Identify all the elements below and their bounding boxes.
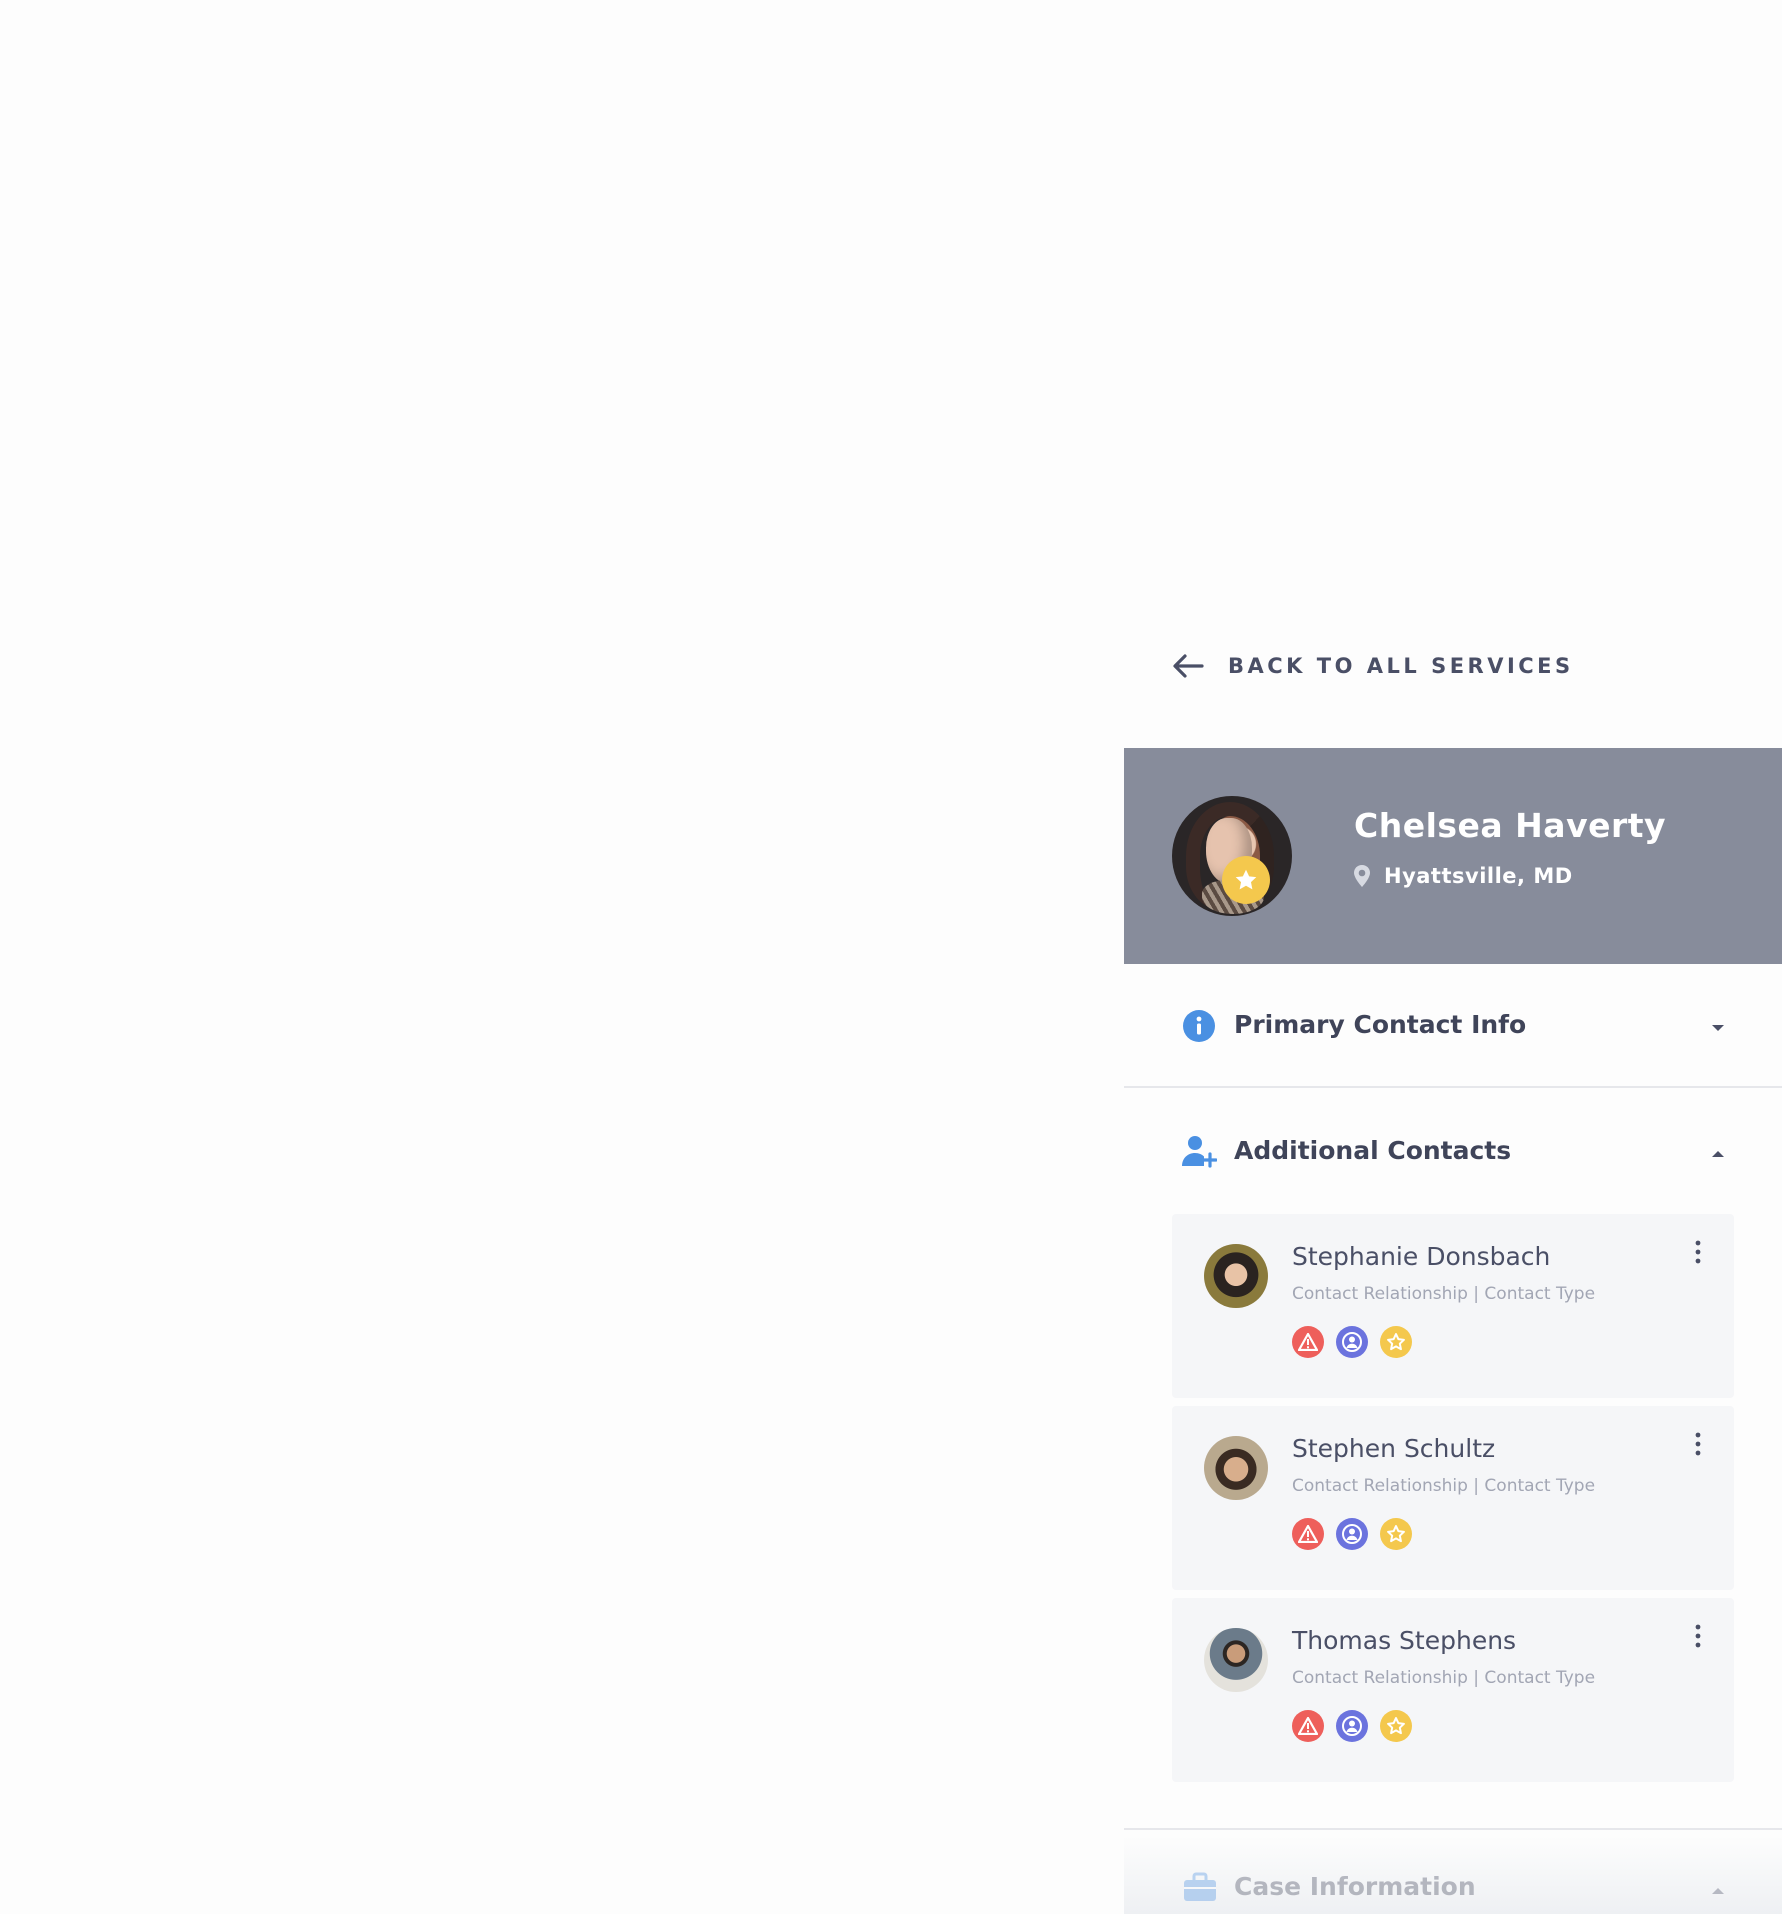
- profile-location: Hyattsville, MD: [1352, 864, 1573, 888]
- contact-badges: [1292, 1710, 1412, 1742]
- person-icon: [1336, 1518, 1368, 1550]
- star-icon: [1380, 1518, 1412, 1550]
- contact-card[interactable]: Thomas Stephens Contact Relationship | C…: [1172, 1598, 1734, 1782]
- contact-avatar: [1204, 1628, 1268, 1692]
- alert-icon: [1292, 1710, 1324, 1742]
- alert-icon: [1292, 1326, 1324, 1358]
- alert-icon: [1292, 1518, 1324, 1550]
- back-link-label: BACK TO ALL SERVICES: [1228, 654, 1574, 678]
- contact-badges: [1292, 1326, 1412, 1358]
- profile-header: Chelsea Haverty Hyattsville, MD: [1124, 748, 1782, 964]
- star-icon: [1380, 1710, 1412, 1742]
- more-options-icon[interactable]: [1688, 1238, 1708, 1266]
- info-icon: [1183, 1010, 1215, 1042]
- chevron-up-icon[interactable]: [1710, 1886, 1726, 1896]
- section-case-information[interactable]: Case Information: [1124, 1868, 1782, 1914]
- arrow-left-icon: [1173, 654, 1204, 678]
- person-icon: [1336, 1710, 1368, 1742]
- service-detail-panel: BACK TO ALL SERVICES Chelsea Haverty Hya…: [1124, 0, 1782, 1914]
- contact-card[interactable]: Stephanie Donsbach Contact Relationship …: [1172, 1214, 1734, 1398]
- contact-name: Thomas Stephens: [1292, 1626, 1517, 1655]
- chevron-up-icon[interactable]: [1710, 1149, 1726, 1159]
- profile-name: Chelsea Haverty: [1354, 806, 1667, 845]
- section-title: Case Information: [1234, 1872, 1476, 1901]
- contact-badges: [1292, 1518, 1412, 1550]
- contact-avatar: [1204, 1244, 1268, 1308]
- location-text: Hyattsville, MD: [1384, 864, 1573, 888]
- contact-subtitle: Contact Relationship | Contact Type: [1292, 1284, 1596, 1304]
- contact-avatar: [1204, 1436, 1268, 1500]
- divider: [1124, 1828, 1782, 1830]
- briefcase-icon: [1184, 1872, 1216, 1901]
- person-icon: [1336, 1326, 1368, 1358]
- contact-name: Stephanie Donsbach: [1292, 1242, 1551, 1271]
- more-options-icon[interactable]: [1688, 1430, 1708, 1458]
- section-additional-contacts[interactable]: Additional Contacts: [1124, 1126, 1782, 1182]
- contact-subtitle: Contact Relationship | Contact Type: [1292, 1476, 1596, 1496]
- section-title: Primary Contact Info: [1234, 1010, 1527, 1039]
- star-icon: [1222, 856, 1270, 904]
- contact-subtitle: Contact Relationship | Contact Type: [1292, 1668, 1596, 1688]
- contact-card[interactable]: Stephen Schultz Contact Relationship | C…: [1172, 1406, 1734, 1590]
- location-pin-icon: [1354, 865, 1370, 887]
- chevron-down-icon[interactable]: [1710, 1023, 1726, 1033]
- add-user-icon: [1182, 1136, 1217, 1168]
- section-primary-contact-info[interactable]: Primary Contact Info: [1124, 1000, 1782, 1056]
- star-icon: [1380, 1326, 1412, 1358]
- section-title: Additional Contacts: [1234, 1136, 1512, 1165]
- contact-name: Stephen Schultz: [1292, 1434, 1496, 1463]
- divider: [1124, 1086, 1782, 1088]
- back-to-all-services-link[interactable]: BACK TO ALL SERVICES: [1172, 652, 1574, 680]
- more-options-icon[interactable]: [1688, 1622, 1708, 1650]
